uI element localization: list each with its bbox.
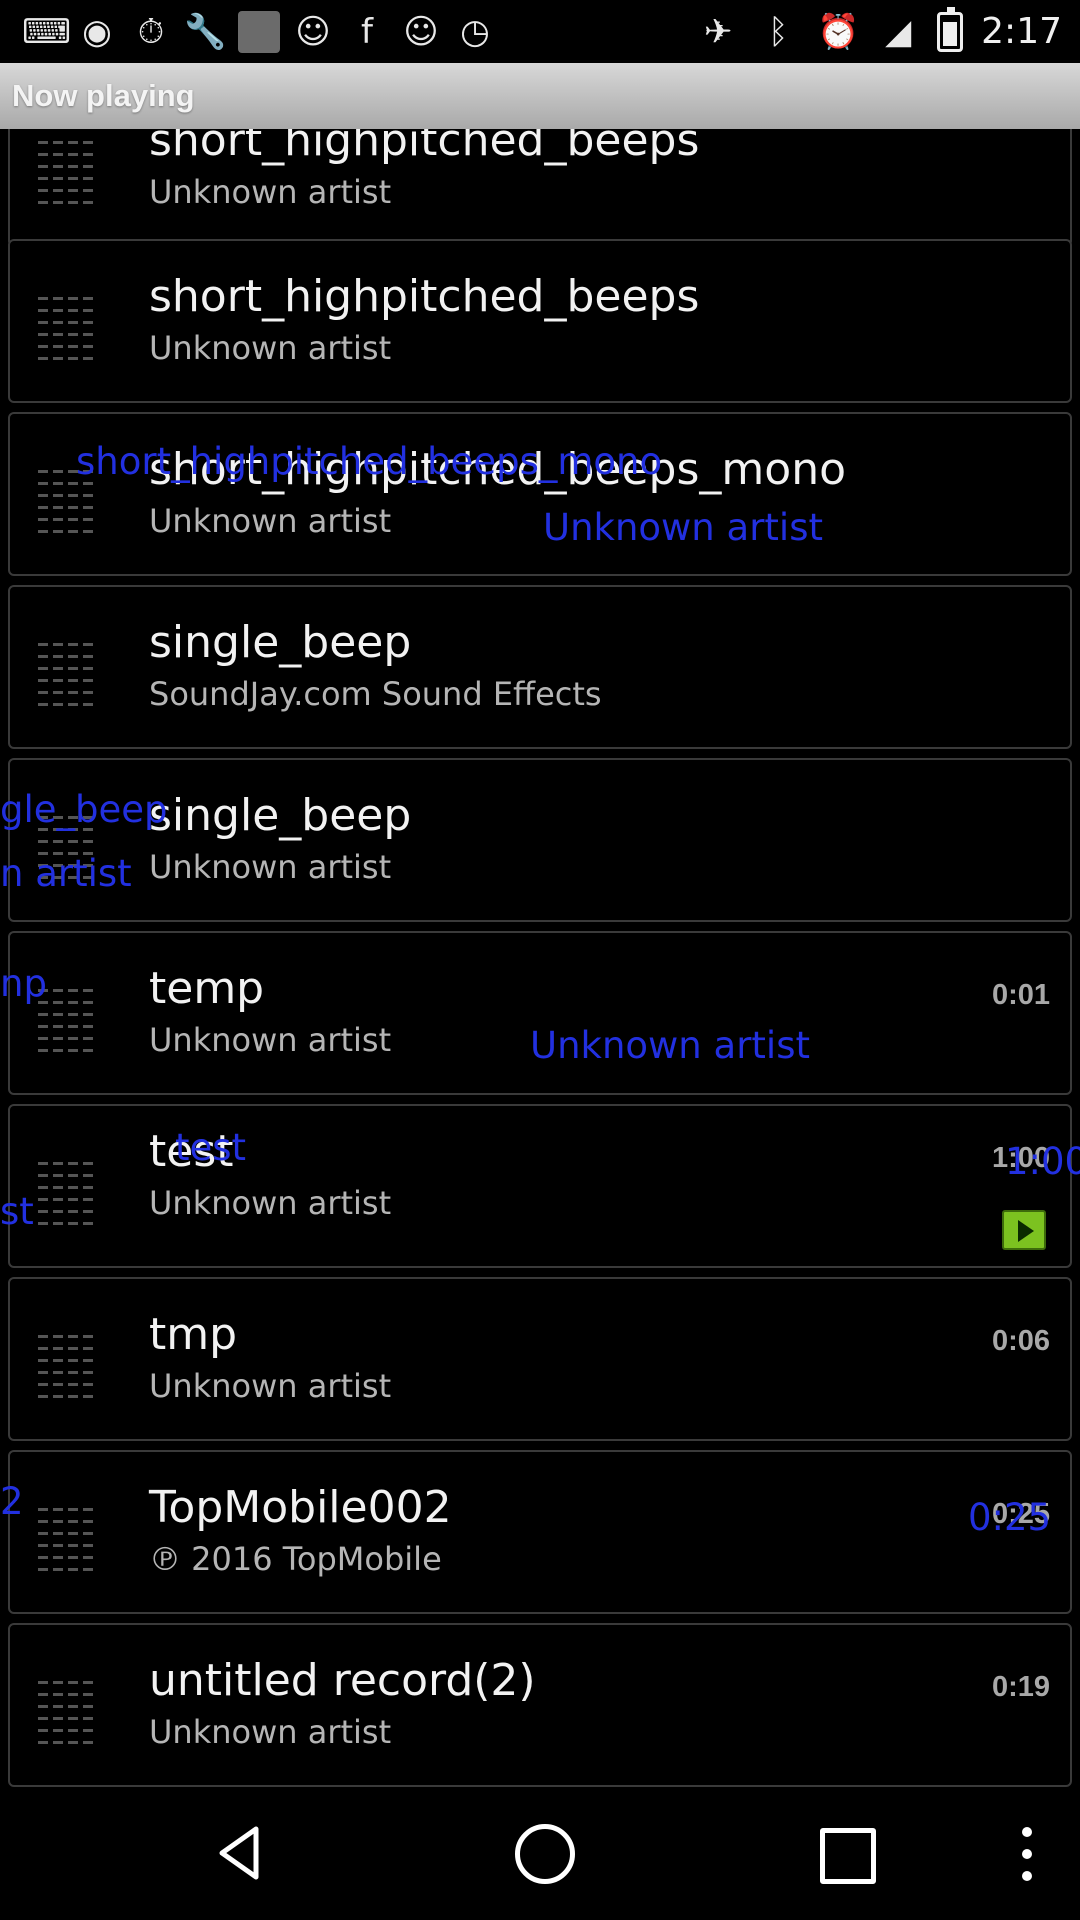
track-duration: 0:01: [991, 979, 1050, 1011]
overlay-text: 0:25: [968, 1496, 1052, 1539]
now-playing-icon[interactable]: [1002, 1210, 1046, 1250]
overlay-text: 1:00: [1005, 1140, 1080, 1183]
track-title: temp: [149, 963, 265, 1014]
track-artist: Unknown artist: [149, 1713, 392, 1751]
overlay-text: gle_beep: [0, 788, 168, 831]
track-list[interactable]: short_highpitched_beeps Unknown artist s…: [0, 129, 1080, 1789]
navigation-bar: [0, 1789, 1080, 1920]
battery-icon: [937, 6, 964, 52]
track-row[interactable]: tmp Unknown artist 0:06: [8, 1277, 1072, 1441]
overlay-text: np: [0, 962, 47, 1005]
system-icons: ✈ ᛒ ⏰ ◢ 2:17: [697, 0, 1062, 63]
notification-icons: ⌨ ◉ ⏱ 🔧 ☺ f ☺ ◷: [22, 10, 496, 53]
track-row[interactable]: short_highpitched_beeps_mono Unknown art…: [8, 412, 1072, 576]
clock-time: 2:17: [981, 11, 1062, 52]
track-row-playing[interactable]: test Unknown artist 1:00: [8, 1104, 1072, 1268]
drag-handle-icon[interactable]: [38, 1681, 94, 1747]
wrench-icon: 🔧: [184, 11, 227, 52]
facebook-icon: f: [361, 11, 373, 52]
page-title: Now playing: [0, 63, 1080, 129]
track-row[interactable]: TopMobile002 ℗ 2016 TopMobile 0:25: [8, 1450, 1072, 1614]
bluetooth-icon: ᛒ: [767, 11, 789, 52]
more-icon[interactable]: [1012, 1819, 1042, 1889]
track-artist: Unknown artist: [149, 329, 392, 367]
track-duration: 0:19: [991, 1671, 1050, 1703]
track-artist: Unknown artist: [149, 173, 392, 211]
overlay-text: test: [175, 1126, 247, 1169]
track-row[interactable]: short_highpitched_beeps Unknown artist: [8, 239, 1072, 403]
overlay-text: Unknown artist: [530, 1024, 810, 1067]
drag-handle-icon[interactable]: [38, 1335, 94, 1401]
overlay-text: Unknown artist: [543, 506, 823, 549]
track-artist: ℗ 2016 TopMobile: [149, 1540, 442, 1578]
overlay-text: st: [0, 1190, 34, 1233]
track-artist: Unknown artist: [149, 848, 392, 886]
track-title: single_beep: [149, 617, 412, 668]
overlay-text: n artist: [0, 852, 132, 895]
drag-handle-icon[interactable]: [38, 643, 94, 709]
fake-gps-icon: ✈: [703, 11, 733, 52]
clock-icon: ◷: [460, 11, 490, 52]
smiley-icon: ☺: [403, 11, 439, 52]
track-title: tmp: [149, 1309, 238, 1360]
drag-handle-icon[interactable]: [38, 141, 94, 207]
app-square-icon: [238, 10, 280, 53]
overlay-text: 2: [0, 1480, 24, 1523]
track-title: short_highpitched_beeps: [149, 271, 700, 322]
home-icon[interactable]: [515, 1824, 575, 1884]
track-artist: Unknown artist: [149, 1021, 392, 1059]
signal-icon: ◢: [885, 11, 912, 52]
overlay-text: short_highpitched_beeps_mono: [76, 440, 663, 483]
alarm-icon: ⏰: [817, 11, 860, 52]
track-artist: Unknown artist: [149, 1184, 392, 1222]
track-row[interactable]: short_highpitched_beeps Unknown artist: [8, 129, 1072, 247]
track-title: untitled record(2): [149, 1655, 536, 1706]
keyboard-icon: ⌨: [22, 11, 72, 52]
track-title: single_beep: [149, 790, 412, 841]
stopwatch-icon: ⏱: [137, 11, 165, 52]
track-artist: SoundJay.com Sound Effects: [149, 675, 602, 713]
track-title: TopMobile002: [149, 1482, 452, 1533]
drag-handle-icon[interactable]: [38, 1508, 94, 1574]
status-bar: ⌨ ◉ ⏱ 🔧 ☺ f ☺ ◷ ✈ ᛒ ⏰ ◢ 2:17: [0, 0, 1080, 63]
track-row[interactable]: temp Unknown artist 0:01: [8, 931, 1072, 1095]
track-row[interactable]: single_beep SoundJay.com Sound Effects: [8, 585, 1072, 749]
track-artist: Unknown artist: [149, 1367, 392, 1405]
back-icon[interactable]: [210, 1823, 270, 1883]
drag-handle-icon[interactable]: [38, 1162, 94, 1228]
track-artist: Unknown artist: [149, 502, 392, 540]
recents-icon[interactable]: [820, 1828, 876, 1884]
track-title: short_highpitched_beeps: [149, 129, 700, 166]
drag-handle-icon[interactable]: [38, 297, 94, 363]
track-row[interactable]: single_beep Unknown artist: [8, 758, 1072, 922]
track-duration: 0:06: [991, 1325, 1050, 1357]
smiley-icon: ☺: [295, 11, 331, 52]
track-row[interactable]: untitled record(2) Unknown artist 0:19: [8, 1623, 1072, 1787]
record-icon: ◉: [82, 11, 112, 52]
